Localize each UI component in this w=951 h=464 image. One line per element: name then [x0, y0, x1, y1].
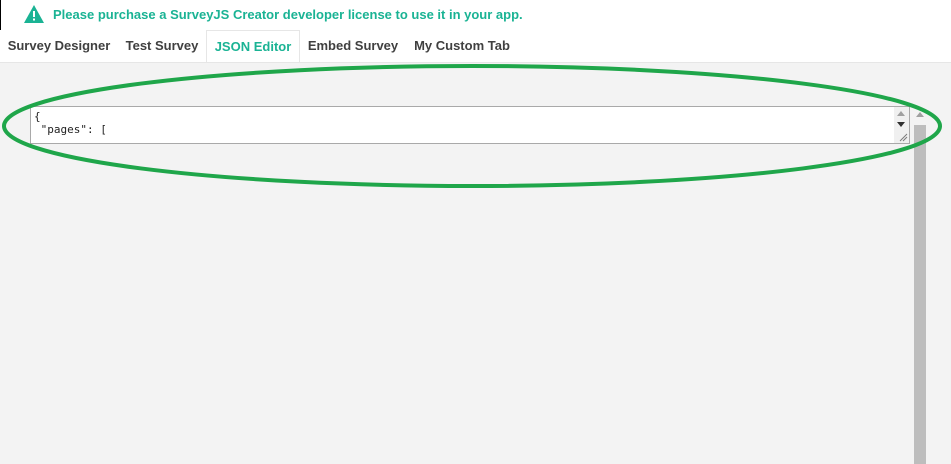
page-scrollbar[interactable]: [914, 106, 926, 464]
scrollbar-thumb[interactable]: [914, 125, 926, 464]
tab-embed-survey[interactable]: Embed Survey: [300, 30, 406, 62]
editor-line: {: [34, 110, 41, 123]
tab-my-custom-tab[interactable]: My Custom Tab: [406, 30, 518, 62]
tab-json-editor[interactable]: JSON Editor: [206, 30, 300, 62]
tab-test-survey[interactable]: Test Survey: [118, 30, 206, 62]
scroll-down-arrow-icon[interactable]: [897, 122, 905, 127]
tab-bar: Survey Designer Test Survey JSON Editor …: [0, 30, 951, 63]
app-window: Please purchase a SurveyJS Creator devel…: [0, 0, 951, 464]
license-message: Please purchase a SurveyJS Creator devel…: [53, 7, 523, 22]
json-editor-panel: { "pages": [: [0, 63, 951, 464]
scroll-up-arrow-icon[interactable]: [897, 111, 905, 116]
tab-survey-designer[interactable]: Survey Designer: [0, 30, 118, 62]
scroll-up-arrow-icon[interactable]: [916, 112, 924, 117]
resize-grip-icon[interactable]: [898, 132, 908, 142]
editor-line: "pages": [: [34, 123, 107, 136]
json-editor-textarea[interactable]: { "pages": [: [30, 106, 910, 144]
license-banner: Please purchase a SurveyJS Creator devel…: [0, 0, 951, 30]
warning-triangle-icon: [24, 5, 44, 23]
window-edge: [0, 0, 1, 32]
